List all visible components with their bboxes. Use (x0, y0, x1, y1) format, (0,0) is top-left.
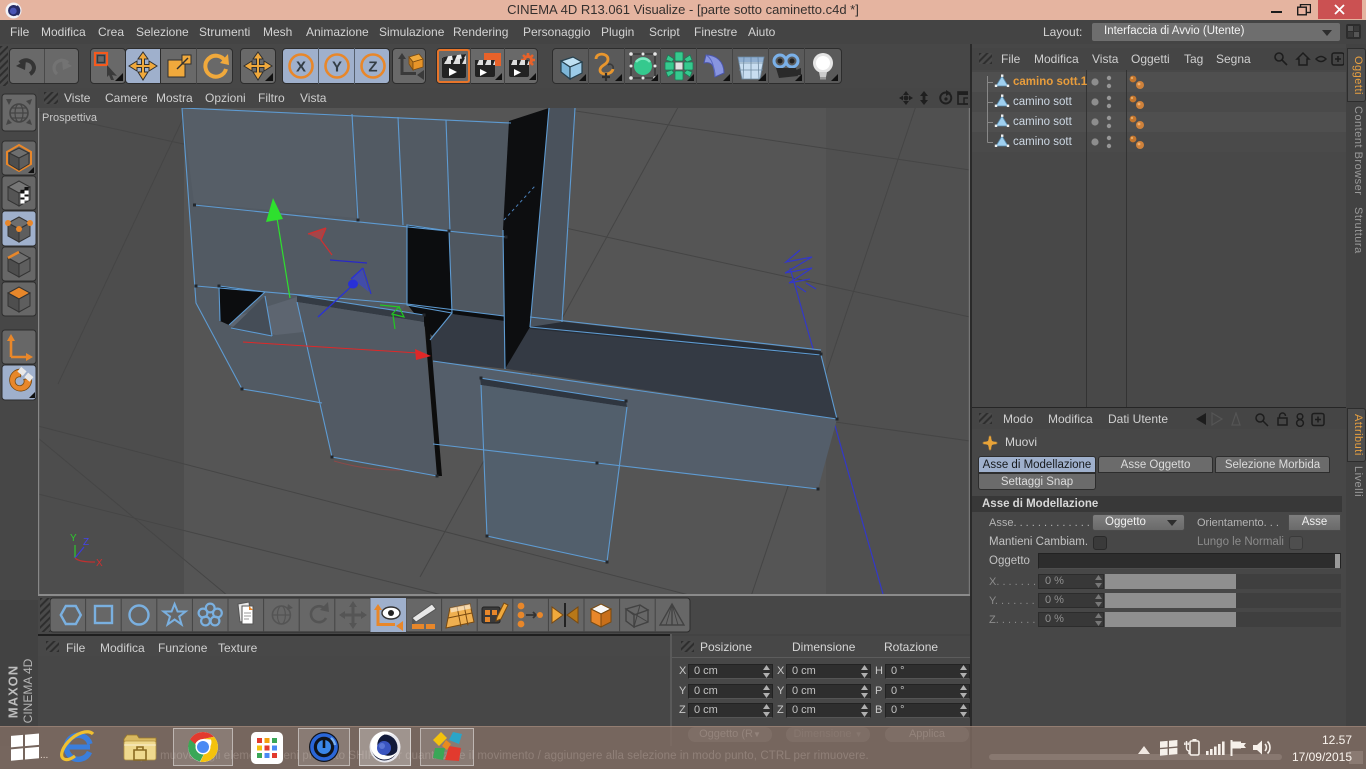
svg-text:X: X (296, 59, 306, 76)
svg-text:Z: Z (83, 537, 89, 548)
svg-text:Z: Z (368, 59, 377, 76)
svg-text:Y: Y (332, 59, 342, 76)
svg-text:Y: Y (70, 533, 77, 544)
svg-text:Prospettiva: Prospettiva (42, 112, 98, 124)
svg-text:X: X (96, 558, 103, 569)
